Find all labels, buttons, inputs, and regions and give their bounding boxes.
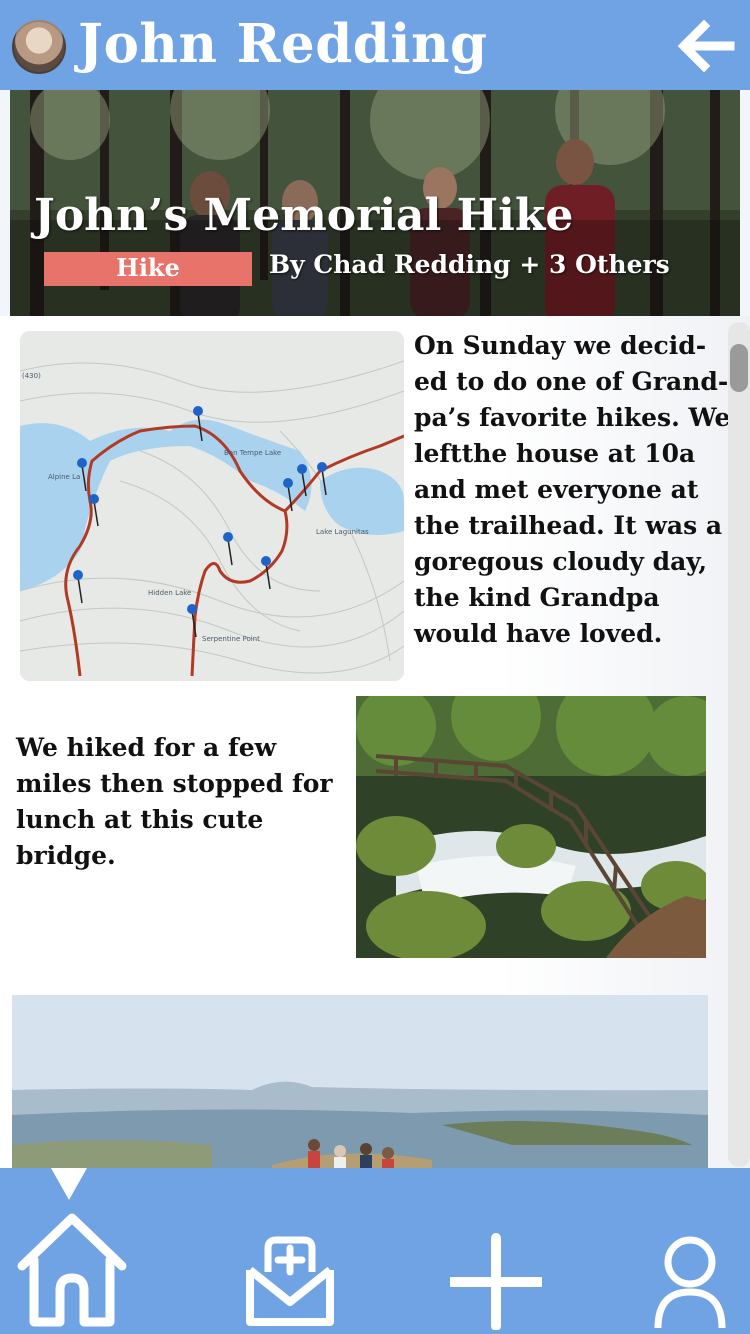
scrollbar-thumb[interactable] [730, 344, 748, 392]
map-label: Alpine La [48, 473, 80, 481]
mailbox-add-icon[interactable] [244, 1210, 336, 1330]
post-title: John’s Memorial Hike [34, 190, 574, 241]
page-title: John Redding [78, 13, 488, 75]
post-paragraph-2: We hiked for a few miles then stopped fo… [16, 733, 333, 870]
map-label: Serpentine Point [202, 635, 260, 643]
arrow-left-icon[interactable] [672, 16, 742, 76]
active-tab-indicator [51, 1168, 87, 1200]
bridge-graphic [356, 696, 706, 958]
home-icon[interactable] [14, 1210, 130, 1330]
bridge-photo[interactable] [356, 696, 706, 958]
user-icon[interactable] [650, 1210, 730, 1330]
map-label: Bon Tempe Lake [224, 449, 281, 457]
post-paragraph-1: On Sunday we decid-ed to do one of Grand… [414, 331, 731, 648]
hero-image: John’s Memorial Hike Hike By Chad Reddin… [10, 90, 740, 316]
summit-photo[interactable] [12, 995, 708, 1168]
scrollbar[interactable] [728, 322, 750, 1167]
map-label: (430) [22, 372, 41, 380]
trail-map[interactable]: (430) Bon Tempe Lake Alpine La Lake Lagu… [20, 331, 404, 681]
post-content[interactable]: (430) Bon Tempe Lake Alpine La Lake Lagu… [0, 316, 750, 1168]
post-byline[interactable]: By Chad Redding + 3 Others [269, 250, 670, 279]
avatar[interactable] [12, 20, 66, 74]
category-tag[interactable]: Hike [44, 252, 252, 286]
map-label: Hidden Lake [148, 589, 191, 597]
summit-graphic [12, 995, 708, 1168]
map-graphic: (430) Bon Tempe Lake Alpine La Lake Lagu… [20, 331, 404, 681]
map-label: Lake Lagunitas [316, 528, 369, 536]
plus-icon[interactable] [450, 1210, 542, 1330]
